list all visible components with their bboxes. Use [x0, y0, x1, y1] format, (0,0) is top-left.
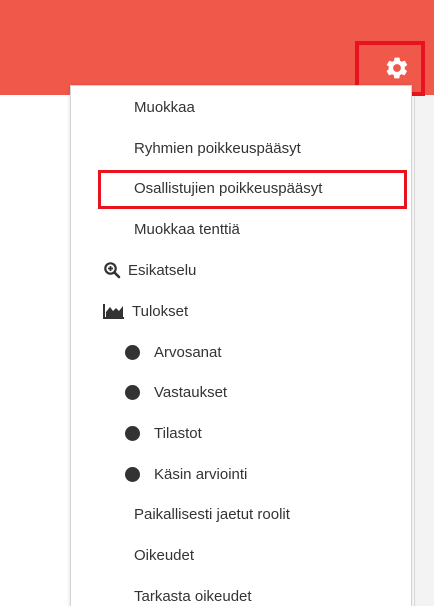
menu-item-grades[interactable]: Arvosanat: [71, 337, 434, 367]
bullet-icon: [125, 466, 140, 482]
menu-item-responses[interactable]: Vastaukset: [71, 377, 434, 407]
menu-item-label: Tarkasta oikeudet: [134, 587, 252, 605]
menu-item-label: Osallistujien poikkeuspääsyt: [134, 179, 323, 197]
menu-item-edit-quiz[interactable]: Muokkaa tenttiä: [71, 214, 434, 244]
gear-icon: [386, 57, 408, 79]
menu-item-user-overrides[interactable]: Osallistujien poikkeuspääsyt: [71, 173, 434, 203]
menu-item-label: Käsin arviointi: [154, 465, 248, 483]
bullet-icon: [125, 344, 140, 360]
menu-item-label: Arvosanat: [154, 343, 222, 361]
bullet-icon: [125, 384, 140, 400]
menu-item-preview[interactable]: Esikatselu: [71, 255, 434, 285]
menu-item-permissions[interactable]: Oikeudet: [71, 540, 434, 570]
settings-dropdown-menu: Muokkaa Ryhmien poikkeuspääsyt Osallistu…: [70, 85, 412, 606]
menu-item-label: Paikallisesti jaetut roolit: [134, 505, 290, 523]
menu-item-label: Ryhmien poikkeuspääsyt: [134, 139, 301, 157]
menu-item-check-permissions[interactable]: Tarkasta oikeudet: [71, 581, 434, 606]
bullet-icon: [125, 425, 140, 441]
menu-item-label: Oikeudet: [134, 546, 195, 564]
menu-item-results[interactable]: Tulokset: [71, 296, 434, 326]
menu-item-edit[interactable]: Muokkaa: [71, 92, 434, 122]
menu-item-label: Muokkaa tenttiä: [134, 220, 240, 238]
settings-menu-button[interactable]: [380, 51, 414, 85]
menu-item-label: Tulokset: [132, 302, 189, 320]
menu-item-label: Muokkaa: [134, 98, 195, 116]
menu-item-label: Tilastot: [154, 424, 202, 442]
menu-item-group-overrides[interactable]: Ryhmien poikkeuspääsyt: [71, 133, 434, 163]
zoom-in-icon: [103, 261, 121, 279]
area-chart-icon: [103, 303, 125, 319]
menu-item-locally-assigned-roles[interactable]: Paikallisesti jaetut roolit: [71, 499, 434, 529]
menu-item-label: Esikatselu: [128, 261, 197, 279]
menu-item-statistics[interactable]: Tilastot: [71, 418, 434, 448]
menu-item-label: Vastaukset: [154, 383, 228, 401]
menu-item-manual-grading[interactable]: Käsin arviointi: [71, 459, 434, 489]
page: Muokkaa Ryhmien poikkeuspääsyt Osallistu…: [0, 0, 434, 606]
